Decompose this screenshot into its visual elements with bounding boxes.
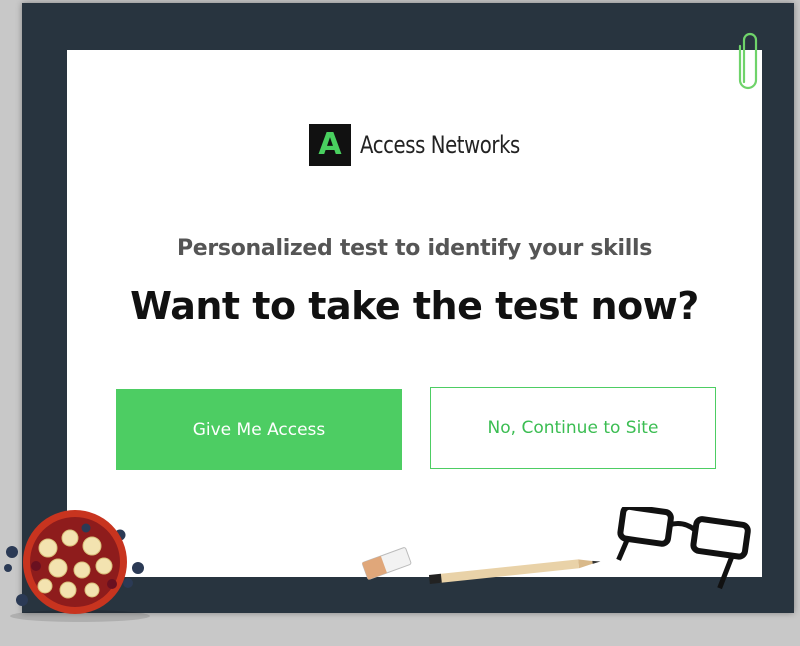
logo-mark-icon: A [309, 124, 351, 166]
pencil [428, 559, 601, 584]
brand-logo: A Access Networks [309, 124, 555, 166]
fruit-bowl [4, 510, 150, 622]
give-me-access-button[interactable]: Give Me Access [116, 389, 402, 470]
paperclip-icon [738, 32, 758, 90]
eyeglasses [616, 507, 751, 590]
eraser [362, 547, 412, 580]
brand-name: Access Networks [360, 131, 520, 159]
popup-headline: Want to take the test now? [130, 284, 699, 328]
popup-subtitle: Personalized test to identify your skill… [176, 236, 653, 261]
continue-to-site-button[interactable]: No, Continue to Site [430, 387, 716, 469]
